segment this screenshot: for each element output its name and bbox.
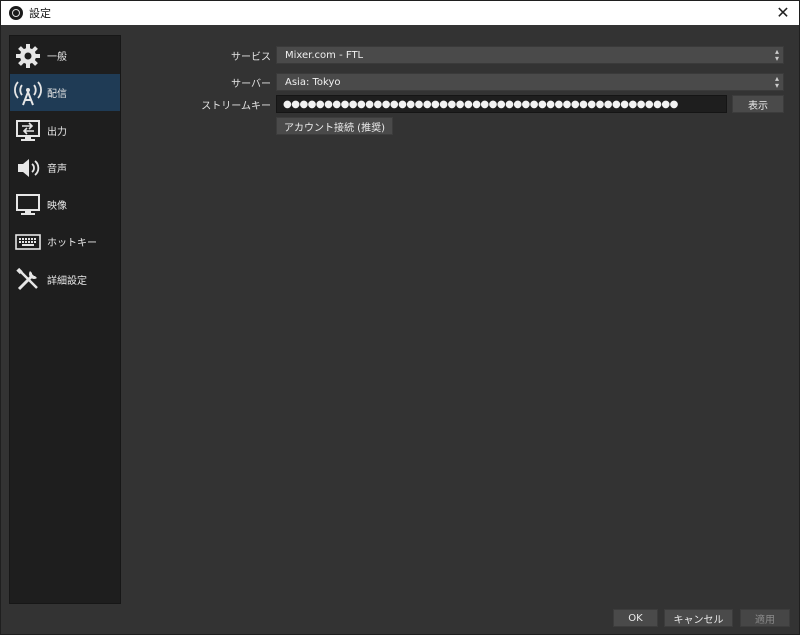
show-key-button[interactable]: 表示 xyxy=(732,95,784,113)
stream-key-masked-value: ●●●●●●●●●●●●●●●●●●●●●●●●●●●●●●●●●●●●●●●●… xyxy=(283,98,678,110)
sidebar-item-hotkeys[interactable]: ホットキー xyxy=(10,223,120,260)
connect-account-button[interactable]: アカウント接続 (推奨) xyxy=(276,117,393,135)
server-dropdown[interactable]: Asia: Tokyo ▴ ▾ xyxy=(276,73,784,91)
title-bar: 設定 ✕ xyxy=(1,1,799,25)
apply-button[interactable]: 適用 xyxy=(740,609,790,627)
sidebar-item-video[interactable]: 映像 xyxy=(10,186,120,223)
updown-arrow-icon: ▴ ▾ xyxy=(774,74,779,90)
sidebar-item-label: 映像 xyxy=(47,201,67,212)
stream-key-input[interactable]: ●●●●●●●●●●●●●●●●●●●●●●●●●●●●●●●●●●●●●●●●… xyxy=(276,95,727,113)
settings-window: 設定 ✕ 一般 配信 出力 音声 映像 ホットキー 詳細設定 サービス Mixe… xyxy=(0,0,800,635)
keyboard-icon xyxy=(13,227,43,257)
sidebar-item-output[interactable]: 出力 xyxy=(10,112,120,149)
stream-key-label: ストリームキー xyxy=(201,101,271,112)
gear-icon xyxy=(13,41,43,71)
settings-sidebar: 一般 配信 出力 音声 映像 ホットキー 詳細設定 xyxy=(9,35,121,604)
tools-icon xyxy=(13,265,43,295)
window-title: 設定 xyxy=(29,7,51,20)
speaker-icon xyxy=(13,153,43,183)
service-value: Mixer.com - FTL xyxy=(285,49,364,61)
updown-arrow-icon: ▴ ▾ xyxy=(774,47,779,63)
sidebar-item-label: ホットキー xyxy=(47,238,97,249)
sidebar-item-label: 詳細設定 xyxy=(47,276,87,287)
sidebar-item-label: 音声 xyxy=(47,164,67,175)
cancel-button[interactable]: キャンセル xyxy=(664,609,733,627)
close-button[interactable]: ✕ xyxy=(773,3,793,23)
sidebar-item-advanced[interactable]: 詳細設定 xyxy=(10,261,120,298)
sidebar-item-general[interactable]: 一般 xyxy=(10,37,120,74)
sidebar-item-label: 一般 xyxy=(47,52,67,63)
obs-app-icon xyxy=(9,6,23,20)
service-dropdown[interactable]: Mixer.com - FTL ▴ ▾ xyxy=(276,46,784,64)
server-value: Asia: Tokyo xyxy=(285,76,341,88)
sidebar-item-stream[interactable]: 配信 xyxy=(10,74,120,111)
sidebar-item-label: 出力 xyxy=(47,127,67,138)
output-monitor-icon xyxy=(13,116,43,146)
service-label: サービス xyxy=(231,52,271,63)
ok-button[interactable]: OK xyxy=(613,609,658,627)
monitor-icon xyxy=(13,190,43,220)
sidebar-item-label: 配信 xyxy=(47,89,67,100)
server-label: サーバー xyxy=(231,79,271,90)
sidebar-item-audio[interactable]: 音声 xyxy=(10,149,120,186)
broadcast-antenna-icon xyxy=(13,78,43,108)
